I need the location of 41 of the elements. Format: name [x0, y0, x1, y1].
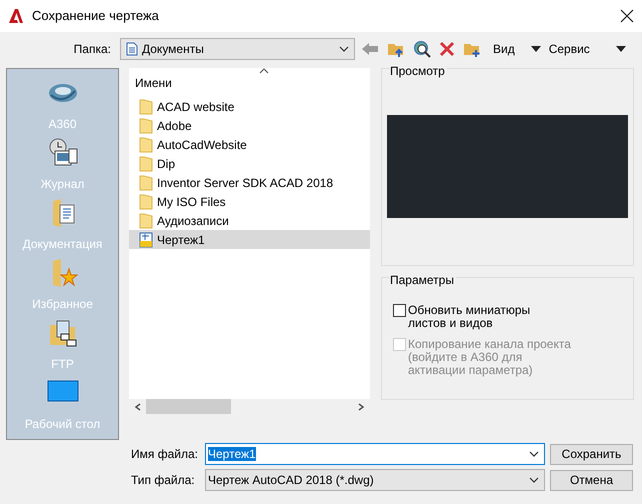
folder-value: Документы — [142, 41, 205, 58]
folder-item[interactable]: Adobe — [129, 116, 370, 135]
folder-item[interactable]: My ISO Files — [129, 192, 370, 211]
cancel-button[interactable]: Отмена — [550, 470, 633, 490]
file-name-field[interactable]: Чертеж1 — [205, 443, 545, 465]
document-icon — [126, 42, 138, 56]
scroll-left-icon[interactable] — [133, 402, 143, 412]
folder-icon — [139, 118, 153, 134]
dropdown-arrow-icon — [616, 46, 626, 52]
folder-icon — [139, 174, 153, 190]
save-button[interactable]: Сохранить — [550, 444, 633, 464]
folder-label: Папка: — [72, 41, 112, 58]
file-type-label: Тип файла: — [130, 472, 196, 489]
folder-dropdown[interactable]: Документы — [120, 38, 355, 60]
drawing-file-icon — [139, 232, 153, 248]
folder-item[interactable]: ACAD website — [129, 97, 370, 116]
folder-icon — [139, 156, 153, 172]
folder-item[interactable]: Dip — [129, 154, 370, 173]
column-header[interactable]: Имени — [135, 74, 172, 92]
checkbox-label[interactable]: Обновить миниатюры листов и видов — [408, 304, 538, 330]
folder-icon — [139, 136, 153, 152]
checkbox[interactable] — [393, 304, 406, 317]
view-menu-button[interactable]: Вид — [493, 38, 541, 60]
folder-item[interactable]: Аудиозаписи — [129, 211, 370, 230]
folder-item[interactable]: Inventor Server SDK ACAD 2018 — [129, 173, 370, 192]
window-title: Сохранение чертежа — [32, 7, 159, 26]
dropdown-arrow-icon — [530, 46, 541, 52]
close-icon[interactable] — [620, 9, 634, 23]
folder-icon — [139, 98, 153, 114]
delete-icon[interactable] — [439, 41, 455, 57]
folder-item[interactable]: AutoCadWebsite — [129, 135, 370, 154]
tools-menu-button[interactable]: Сервис — [548, 38, 626, 60]
sort-ascending-icon — [259, 68, 269, 74]
scroll-right-icon[interactable] — [356, 402, 366, 412]
file-name-label: Имя файла: — [130, 446, 199, 463]
folder-icon — [139, 212, 153, 228]
app-logo-icon — [8, 8, 24, 24]
file-item[interactable]: Чертеж1 — [129, 230, 370, 249]
folder-icon — [139, 194, 153, 210]
file-type-field[interactable]: Чертеж AutoCAD 2018 (*.dwg) — [205, 469, 545, 491]
search-icon[interactable] — [413, 40, 431, 58]
